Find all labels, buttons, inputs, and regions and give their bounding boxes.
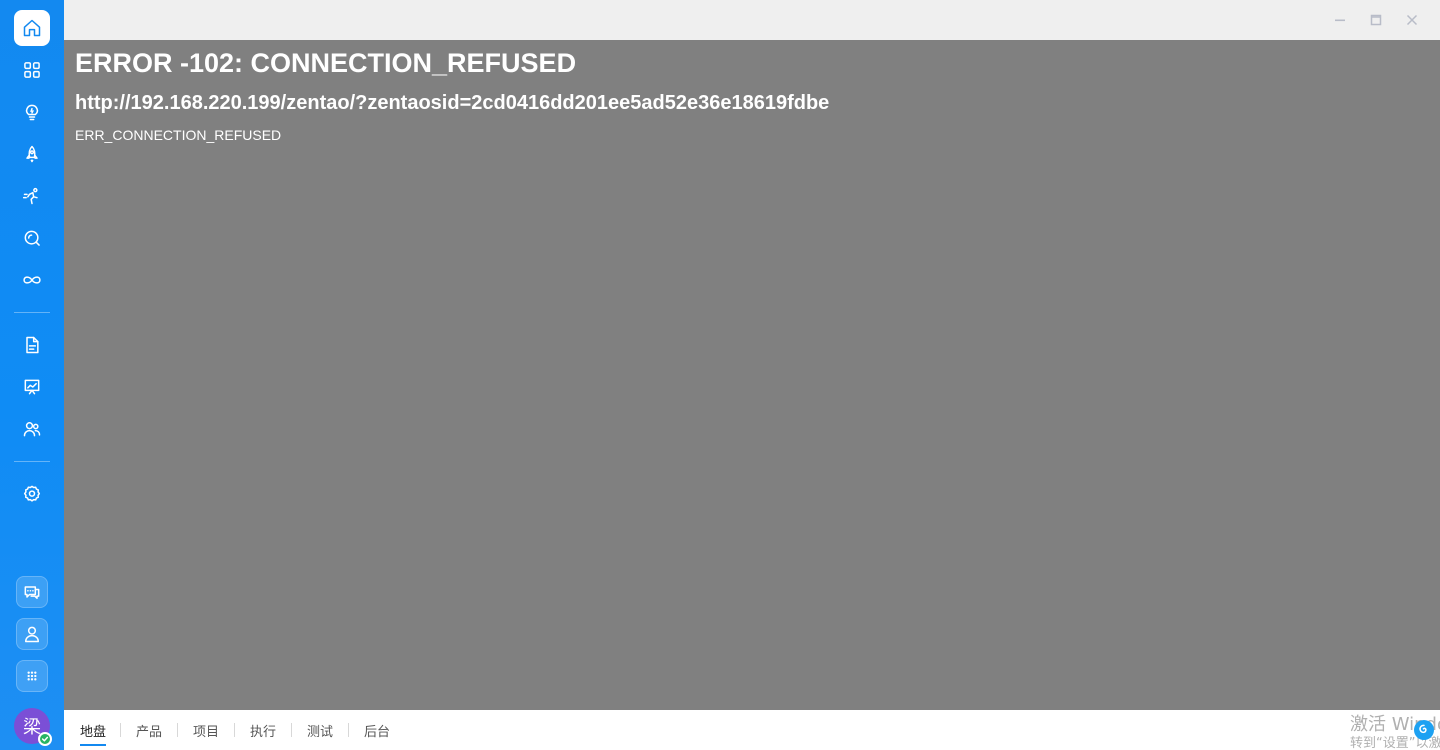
- maximize-icon: [1370, 14, 1382, 26]
- sidebar-chat-button[interactable]: [16, 576, 48, 608]
- team-users-icon: [23, 422, 41, 437]
- home-icon: [23, 19, 41, 37]
- check-icon: [41, 736, 49, 742]
- sidebar: 梁: [0, 0, 64, 750]
- error-url: http://192.168.220.199/zentao/?zentaosid…: [75, 92, 830, 114]
- minimize-icon: [1335, 19, 1345, 22]
- document-icon: [26, 336, 39, 354]
- sidebar-divider: [14, 461, 50, 462]
- tab-project[interactable]: 项目: [193, 721, 219, 740]
- tab-execution[interactable]: 执行: [250, 721, 276, 740]
- app-tab-bar: 地盘 产品 项目 执行 测试 后台 激活 Windows 转到“设置”以激活 W…: [64, 710, 1440, 750]
- sidebar-item-product[interactable]: [14, 94, 50, 130]
- user-profile-icon: [25, 626, 39, 643]
- error-page: ERROR -102: CONNECTION_REFUSED http://19…: [64, 40, 1440, 710]
- tab-product[interactable]: 产品: [136, 721, 162, 740]
- sidebar-item-bi[interactable]: [14, 369, 50, 405]
- presentation-chart-icon: [24, 379, 40, 395]
- tab-separator: [234, 723, 235, 737]
- maximize-button[interactable]: [1368, 12, 1384, 28]
- window-titlebar: [64, 0, 1440, 40]
- tab-separator: [177, 723, 178, 737]
- user-avatar[interactable]: 梁: [14, 708, 52, 746]
- dashboard-grid-icon: [24, 62, 40, 78]
- close-icon: [1406, 14, 1418, 26]
- swirl-logo-icon: [1419, 724, 1427, 734]
- tab-my[interactable]: 地盘: [80, 721, 107, 746]
- sidebar-item-team[interactable]: [14, 411, 50, 447]
- tab-separator: [348, 723, 349, 737]
- tab-test[interactable]: 测试: [307, 721, 333, 740]
- tab-admin[interactable]: 后台: [364, 721, 390, 740]
- error-code: ERR_CONNECTION_REFUSED: [75, 127, 282, 143]
- sidebar-item-admin[interactable]: [14, 476, 50, 512]
- online-status-badge: [38, 732, 52, 746]
- sidebar-divider: [14, 312, 50, 313]
- error-title: ERROR -102: CONNECTION_REFUSED: [75, 48, 577, 78]
- sidebar-item-home[interactable]: [14, 10, 50, 46]
- close-button[interactable]: [1404, 12, 1420, 28]
- sidebar-item-doc[interactable]: [14, 327, 50, 363]
- sidebar-apps-button[interactable]: [16, 660, 48, 692]
- apps-grid-icon: [27, 671, 37, 681]
- chat-icon: [24, 586, 40, 599]
- infinity-icon: [23, 276, 41, 284]
- sidebar-item-project[interactable]: [14, 136, 50, 172]
- minimize-button[interactable]: [1332, 12, 1348, 28]
- lightbulb-icon: [25, 104, 39, 121]
- sidebar-item-dashboard[interactable]: [14, 52, 50, 88]
- floating-assistant-button[interactable]: [1414, 720, 1434, 740]
- qa-search-icon: [24, 230, 40, 246]
- sidebar-item-devops[interactable]: [14, 262, 50, 298]
- sidebar-profile-button[interactable]: [16, 618, 48, 650]
- sidebar-item-test[interactable]: [14, 220, 50, 256]
- tab-separator: [120, 723, 121, 737]
- sprint-runner-icon: [22, 187, 38, 205]
- settings-gear-icon: [23, 485, 41, 502]
- rocket-icon: [26, 145, 38, 163]
- tab-separator: [291, 723, 292, 737]
- sidebar-item-execution[interactable]: [14, 178, 50, 214]
